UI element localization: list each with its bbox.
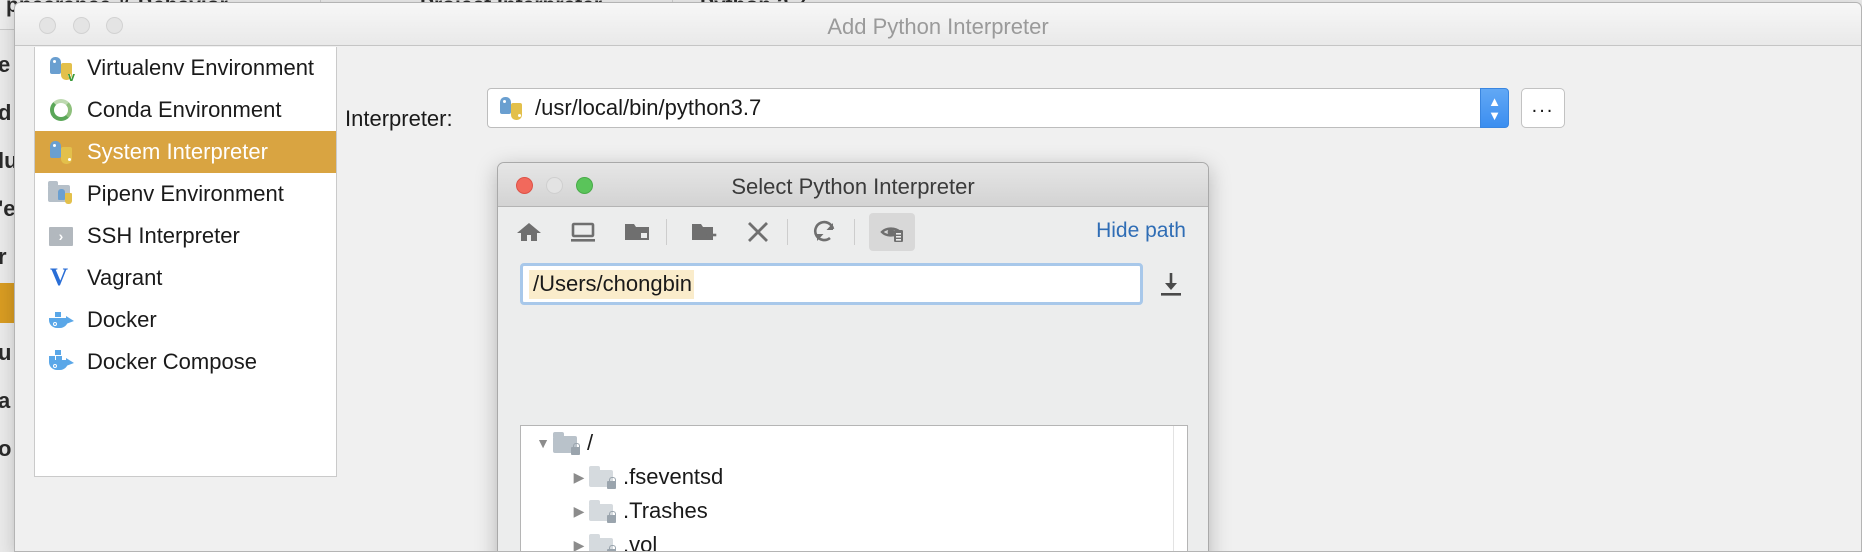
- tree-expand-arrow[interactable]: ▶: [569, 469, 589, 486]
- chevron-up-icon[interactable]: ▲: [1481, 95, 1508, 108]
- sidebar-item-system-interpreter[interactable]: System Interpreter: [35, 131, 336, 173]
- sidebar-item-vagrant[interactable]: V Vagrant: [35, 257, 336, 299]
- add-dialog-titlebar[interactable]: Add Python Interpreter: [15, 3, 1861, 46]
- select-python-interpreter-dialog: Select Python Interpreter Hide path /Use…: [497, 162, 1209, 552]
- toolbar-divider-2: [787, 219, 788, 245]
- file-browser-toolbar: Hide path: [498, 207, 1208, 257]
- folder-locked-icon: [589, 466, 616, 489]
- project-folder-button[interactable]: [614, 213, 660, 251]
- tree-row-label: .Trashes: [623, 498, 708, 523]
- show-hidden-icon: [880, 227, 903, 242]
- delete-button[interactable]: [735, 213, 781, 251]
- show-hidden-files-button[interactable]: [869, 213, 915, 251]
- bg-strip-text-5: r: [0, 244, 7, 269]
- sidebar-item-pipenv-environment[interactable]: Pipenv Environment: [35, 173, 336, 215]
- download-button[interactable]: [1155, 271, 1186, 297]
- tree-expand-arrow-expanded[interactable]: ▼: [533, 435, 553, 451]
- path-input-value: /Users/chongbin: [529, 269, 694, 299]
- refresh-icon: [813, 220, 835, 242]
- download-icon: [1160, 273, 1181, 296]
- ssh-chevron-icon: ›: [47, 223, 77, 249]
- vagrant-v-icon: V: [50, 264, 69, 291]
- add-dialog-title: Add Python Interpreter: [827, 14, 1049, 39]
- tree-expand-arrow[interactable]: ▶: [569, 503, 589, 520]
- toolbar-divider-3: [854, 219, 855, 245]
- interpreter-label: Interpreter:: [345, 106, 453, 131]
- tree-row-label: .fseventsd: [623, 464, 724, 489]
- interpreter-combobox[interactable]: /usr/local/bin/python3.7: [487, 88, 1499, 128]
- sidebar-item-label: Virtualenv Environment: [87, 55, 315, 80]
- docker-whale-icon: [47, 307, 77, 333]
- sidebar-item-virtualenv-environment[interactable]: v Virtualenv Environment: [35, 47, 336, 89]
- home-button[interactable]: [506, 213, 552, 251]
- bg-strip-text-1: e: [0, 52, 11, 77]
- sidebar-item-label: Conda Environment: [87, 97, 282, 122]
- interpreter-value: /usr/local/bin/python3.7: [535, 95, 762, 120]
- sidebar-item-label: System Interpreter: [87, 139, 268, 164]
- sidebar-item-label: SSH Interpreter: [87, 223, 240, 248]
- home-icon: [517, 223, 541, 241]
- conda-ring-icon: [47, 97, 77, 123]
- chevron-down-icon[interactable]: ▼: [1481, 109, 1508, 122]
- folder-icon: [625, 224, 649, 240]
- new-folder-icon: [692, 224, 717, 240]
- sidebar-item-label: Pipenv Environment: [87, 181, 284, 206]
- tree-row-label: .vol: [623, 532, 658, 552]
- refresh-button[interactable]: [802, 213, 848, 251]
- tree-row-label: /: [587, 430, 594, 455]
- sidebar-item-label: Vagrant: [87, 265, 163, 290]
- tree-row[interactable]: ▶ .fseventsd: [521, 460, 1187, 494]
- path-row: /Users/chongbin: [498, 257, 1208, 311]
- interpreter-dropdown-stepper[interactable]: ▲ ▼: [1480, 88, 1509, 128]
- sidebar-item-docker[interactable]: Docker: [35, 299, 336, 341]
- add-dialog-body: v Virtualenv Environment Conda Environme…: [15, 46, 1861, 552]
- add-python-interpreter-dialog: Add Python Interpreter v Virtualenv Envi…: [14, 2, 1862, 552]
- folder-locked-icon: [589, 500, 616, 523]
- python-icon: [500, 96, 523, 120]
- select-dialog-titlebar[interactable]: Select Python Interpreter: [498, 163, 1208, 207]
- bg-strip-text-8: o: [0, 436, 12, 461]
- python-venv-icon: v: [47, 55, 77, 83]
- toolbar-divider-1: [666, 219, 667, 245]
- tree-expand-arrow[interactable]: ▶: [569, 537, 589, 552]
- directory-tree[interactable]: ▼ / ▶ .fseventsd ▶ .Trashes ▶ .vol: [520, 425, 1188, 552]
- python-icon: [47, 139, 77, 165]
- sidebar-item-conda-environment[interactable]: Conda Environment: [35, 89, 336, 131]
- desktop-icon: [571, 222, 595, 242]
- path-input[interactable]: /Users/chongbin: [520, 263, 1144, 305]
- docker-compose-whale-icon: [47, 349, 77, 375]
- interpreter-type-sidebar[interactable]: v Virtualenv Environment Conda Environme…: [34, 47, 337, 477]
- desktop-button[interactable]: [560, 213, 606, 251]
- browse-interpreter-button[interactable]: ...: [1521, 88, 1565, 128]
- tree-row[interactable]: ▶ .vol: [521, 528, 1187, 552]
- select-dialog-title: Select Python Interpreter: [731, 174, 975, 199]
- hide-path-link[interactable]: Hide path: [1096, 219, 1186, 243]
- folder-locked-icon: [553, 432, 580, 455]
- tree-scrollbar[interactable]: [1173, 426, 1187, 551]
- sidebar-item-ssh-interpreter[interactable]: › SSH Interpreter: [35, 215, 336, 257]
- new-folder-button[interactable]: [681, 213, 727, 251]
- tree-row[interactable]: ▼ /: [521, 426, 1187, 460]
- delete-icon: [748, 222, 768, 242]
- sidebar-item-label: Docker: [87, 307, 157, 332]
- folder-locked-icon: [589, 534, 616, 551]
- sidebar-item-label: Docker Compose: [87, 349, 257, 374]
- bg-strip-text-2: d: [0, 100, 12, 125]
- sidebar-item-docker-compose[interactable]: Docker Compose: [35, 341, 336, 383]
- bg-strip-text-7: a: [0, 388, 11, 413]
- tree-row[interactable]: ▶ .Trashes: [521, 494, 1187, 528]
- bg-strip-text-6: u: [0, 340, 12, 365]
- pipenv-folder-python-icon: [47, 181, 77, 207]
